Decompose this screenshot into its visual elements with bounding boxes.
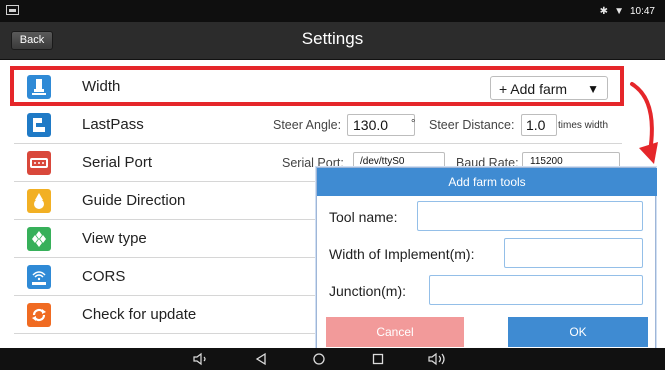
serial-port-value: /dev/ttyS0 bbox=[360, 156, 405, 167]
notification-icon bbox=[6, 5, 19, 15]
steer-angle-label: Steer Angle: bbox=[273, 118, 342, 132]
serial-port-icon bbox=[27, 151, 51, 175]
settings-item-label: View type bbox=[82, 230, 147, 247]
volume-down-icon[interactable] bbox=[193, 352, 209, 366]
add-farm-tools-dialog: Add farm tools Tool name: Width of Imple… bbox=[316, 167, 657, 350]
lastpass-icon bbox=[27, 113, 51, 137]
navigation-bar bbox=[0, 348, 665, 370]
status-time: 10:47 bbox=[629, 5, 655, 17]
baud-rate-value: 115200 bbox=[530, 156, 563, 167]
update-icon bbox=[27, 303, 51, 327]
wifi-icon: ▼ bbox=[614, 5, 624, 17]
cors-icon bbox=[27, 265, 51, 289]
junction-label: Junction(m): bbox=[329, 283, 407, 299]
cancel-button[interactable]: Cancel bbox=[326, 317, 464, 347]
highlight-box bbox=[10, 66, 624, 106]
dialog-title: Add farm tools bbox=[317, 168, 657, 196]
tool-name-input[interactable] bbox=[417, 201, 643, 231]
settings-item-lastpass[interactable]: LastPass Steer Angle: 130.0 ° Steer Dist… bbox=[14, 106, 622, 144]
settings-item-label: Check for update bbox=[82, 306, 197, 323]
guide-direction-icon bbox=[27, 189, 51, 213]
status-icons: ✱ ▼ 10:47 bbox=[600, 4, 655, 18]
page-title: Settings bbox=[301, 29, 364, 48]
home-icon[interactable] bbox=[312, 352, 326, 366]
settings-item-label: CORS bbox=[82, 268, 126, 285]
steer-angle-unit: ° bbox=[411, 118, 416, 130]
width-of-implement-label: Width of Implement(m): bbox=[329, 246, 475, 262]
title-bar: Back Settings bbox=[0, 22, 665, 60]
status-bar: ✱ ▼ 10:47 bbox=[0, 0, 665, 22]
tool-name-label: Tool name: bbox=[329, 209, 398, 225]
app-screen: ✱ ▼ 10:47 Back Settings Width + Add farm… bbox=[0, 0, 665, 370]
recents-icon[interactable] bbox=[371, 352, 385, 366]
settings-item-label: Serial Port bbox=[82, 154, 153, 171]
steer-angle-value: 130.0 bbox=[353, 117, 389, 133]
view-type-icon bbox=[27, 227, 51, 251]
bluetooth-icon: ✱ bbox=[599, 5, 609, 17]
settings-item-label: Guide Direction bbox=[82, 192, 186, 209]
back-icon[interactable] bbox=[254, 352, 268, 366]
ok-button[interactable]: OK bbox=[508, 317, 648, 347]
steer-distance-unit: times width bbox=[558, 120, 609, 131]
settings-item-label: LastPass bbox=[82, 116, 144, 133]
volume-up-icon[interactable] bbox=[428, 352, 448, 366]
width-of-implement-input[interactable] bbox=[504, 238, 643, 268]
steer-distance-label: Steer Distance: bbox=[429, 118, 515, 132]
curved-arrow-icon bbox=[630, 82, 658, 164]
junction-input[interactable] bbox=[429, 275, 643, 305]
steer-distance-value: 1.0 bbox=[526, 117, 546, 133]
